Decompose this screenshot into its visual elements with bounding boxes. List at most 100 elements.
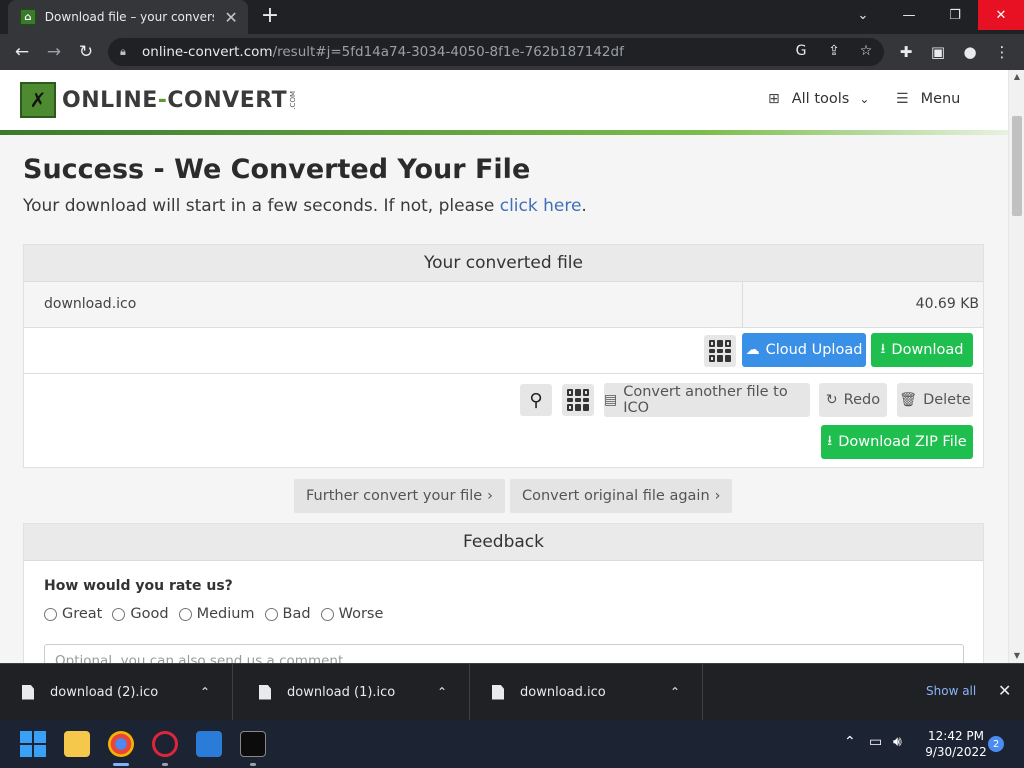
minimize-icon[interactable]: — — [886, 0, 932, 30]
cloud-upload-button[interactable]: ☁ Cloud Upload — [742, 333, 866, 367]
rating-great[interactable]: Great — [44, 606, 102, 622]
profile-icon[interactable]: ● — [957, 39, 983, 65]
file-explorer-icon[interactable] — [64, 731, 90, 757]
volume-icon[interactable]: 🔊︎ — [893, 734, 902, 750]
further-convert-button[interactable]: Further convert your file › — [294, 479, 505, 513]
scroll-up-icon[interactable]: ▲ — [1009, 70, 1024, 84]
forward-icon[interactable]: → — [41, 39, 67, 65]
browser-tab[interactable]: ⌂ Download file – your conversion ✕ — [8, 0, 248, 34]
window-close-icon[interactable]: ✕ — [978, 0, 1024, 30]
cloud-upload-icon: ☁ — [745, 342, 760, 358]
new-tab-icon[interactable]: + — [258, 3, 282, 28]
clock-time: 12:42 PM — [928, 729, 984, 743]
scroll-down-icon[interactable]: ▼ — [1009, 649, 1024, 663]
tray-chevron-icon[interactable]: ⌃ — [844, 734, 856, 750]
download-filename: download (1).ico — [287, 684, 396, 700]
comment-textarea[interactable]: Optional, you can also send us a comment… — [44, 644, 964, 663]
download-zip-button[interactable]: ⭳ Download ZIP File — [821, 425, 973, 459]
google-lens-icon[interactable]: G — [791, 43, 811, 59]
feedback-card: Feedback How would you rate us? Great Go… — [23, 523, 984, 663]
chevron-right-icon: › — [714, 488, 721, 504]
header-accent-line — [0, 130, 1008, 135]
site-favicon-icon: ⌂ — [20, 9, 36, 25]
hamburger-icon: ☰ — [896, 91, 909, 107]
terminal-icon[interactable] — [240, 731, 266, 757]
more-menu-icon[interactable]: ⋮ — [989, 39, 1015, 65]
page-title: Success - We Converted Your File — [23, 154, 531, 185]
site-logo[interactable]: ✗ ONLINE-CONVERT .COM — [20, 82, 297, 118]
delete-button[interactable]: 🗑︎ Delete — [897, 383, 973, 417]
side-panel-icon[interactable]: ▣ — [925, 39, 951, 65]
file-size-cell: 40.69 KB — [742, 282, 984, 328]
reload-icon[interactable]: ↻ — [73, 39, 99, 65]
qr-code-icon[interactable] — [704, 335, 736, 367]
rating-good[interactable]: Good — [112, 606, 169, 622]
opera-icon[interactable] — [152, 731, 178, 757]
feedback-heading: Feedback — [24, 524, 983, 561]
convert-another-button[interactable]: ▤ Convert another file to ICO — [604, 383, 810, 417]
menu-label: Menu — [920, 91, 961, 107]
back-icon[interactable]: ← — [9, 39, 35, 65]
chevron-right-icon: › — [487, 488, 493, 504]
bookmark-star-icon[interactable]: ☆ — [856, 43, 876, 59]
file-icon — [492, 684, 504, 700]
file-name: download.ico — [44, 296, 137, 312]
menu-button[interactable]: ☰ Menu — [896, 91, 960, 107]
page-scrollbar[interactable]: ▲ ▼ — [1008, 70, 1024, 663]
network-icon[interactable]: ▭ — [869, 734, 882, 750]
chevron-up-icon[interactable]: ⌃ — [670, 685, 680, 699]
running-app-indicator — [162, 763, 168, 766]
windows-start-icon[interactable] — [20, 731, 46, 757]
file-icon: ▤ — [604, 392, 618, 408]
rating-bad[interactable]: Bad — [264, 606, 311, 622]
restore-icon[interactable]: ❐ — [932, 0, 978, 30]
redo-button[interactable]: ↻ Redo — [819, 383, 887, 417]
batch-action-row: ⚲ ▤ Convert another file to ICO ↻ Redo 🗑… — [24, 374, 983, 467]
radio-great[interactable] — [44, 607, 57, 621]
lock-icon[interactable]: 🔒︎ — [120, 45, 134, 59]
share-icon[interactable]: ⇪ — [824, 43, 844, 59]
rating-worse[interactable]: Worse — [320, 606, 383, 622]
logo-com: .COM — [289, 90, 298, 110]
logo-text: ONLINE-CONVERT — [62, 87, 288, 113]
download-shelf: download (2).ico ⌃ download (1).ico ⌃ do… — [0, 663, 1024, 720]
download-item[interactable]: download (2).ico ⌃ — [0, 664, 233, 720]
url-path: /result#j=5fd14a74-3034-4050-8f1e-762b18… — [272, 44, 624, 60]
click-here-link[interactable]: click here — [500, 196, 582, 216]
download-item[interactable]: download (1).ico ⌃ — [237, 664, 470, 720]
download-button[interactable]: ⭳ Download — [871, 333, 973, 367]
address-bar[interactable]: 🔒︎ online-convert.com/result#j=5fd14a74-… — [108, 38, 884, 66]
file-icon — [259, 684, 271, 700]
scroll-thumb[interactable] — [1012, 116, 1022, 216]
preview-search-icon[interactable]: ⚲ — [520, 384, 552, 416]
radio-medium[interactable] — [178, 607, 192, 621]
all-tools-dropdown[interactable]: ⊞ All tools ⌄ — [768, 91, 869, 107]
download-zip-icon: ⭳ — [827, 433, 833, 449]
rating-medium[interactable]: Medium — [178, 606, 255, 622]
radio-bad[interactable] — [264, 607, 278, 621]
extensions-icon[interactable]: ✚ — [893, 39, 919, 65]
chevron-up-icon[interactable]: ⌃ — [200, 685, 210, 699]
download-icon: ⭳ — [880, 341, 886, 357]
tab-search-chevron-icon[interactable]: ⌄ — [840, 0, 886, 30]
file-row: download.ico 40.69 KB — [24, 282, 983, 328]
notification-badge[interactable]: 2 — [988, 736, 1004, 752]
qr-code-all-icon[interactable] — [562, 384, 594, 416]
chevron-up-icon[interactable]: ⌃ — [437, 685, 447, 699]
redo-icon: ↻ — [825, 392, 838, 408]
virtualbox-icon[interactable] — [196, 731, 222, 757]
close-shelf-icon[interactable]: ✕ — [998, 681, 1011, 700]
clock-date: 9/30/2022 — [925, 745, 987, 759]
radio-good[interactable] — [112, 607, 126, 621]
radio-worse[interactable] — [320, 607, 334, 621]
grid-icon: ⊞ — [768, 91, 780, 107]
tab-close-icon[interactable]: ✕ — [222, 8, 240, 27]
system-clock[interactable]: 12:42 PM 9/30/2022 — [918, 728, 994, 760]
download-item[interactable]: download.ico ⌃ — [470, 664, 703, 720]
convert-again-button[interactable]: Convert original file again › — [510, 479, 733, 513]
chrome-icon[interactable] — [108, 731, 134, 757]
windows-taskbar: ⌃ ▭ 🔊︎ 12:42 PM 9/30/2022 — [0, 720, 1024, 768]
file-action-row: ☁ Cloud Upload ⭳ Download — [24, 328, 983, 374]
download-filename: download.ico — [520, 684, 606, 700]
show-all-downloads-link[interactable]: Show all — [926, 684, 976, 698]
